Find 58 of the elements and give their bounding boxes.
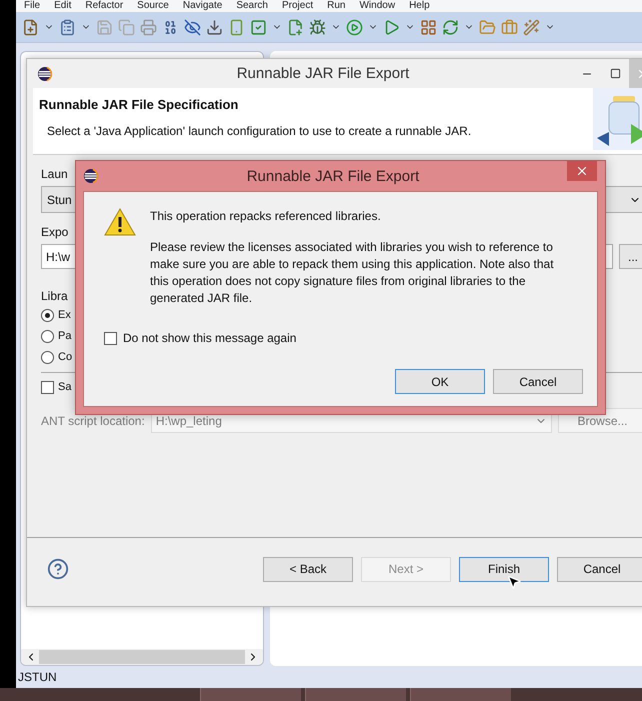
menu-item[interactable]: Run [327, 0, 346, 12]
refresh-icon[interactable] [442, 18, 459, 36]
menu-item[interactable]: File [24, 0, 40, 12]
dialog-button[interactable]: Cancel [493, 369, 583, 394]
run-icon[interactable] [346, 18, 363, 36]
checkbox[interactable] [41, 381, 54, 394]
library-label: Libra [41, 289, 68, 303]
header-description: Select a 'Java Application' launch configuration to use to create a runnable JAR. [46, 124, 472, 138]
status-text: JSTUN [18, 670, 57, 684]
menu-item[interactable]: Search [236, 0, 268, 12]
download-icon[interactable] [206, 18, 223, 36]
wand-icon[interactable] [523, 18, 540, 36]
ant-location-label: ANT script location: [41, 414, 145, 428]
bug-icon[interactable] [309, 18, 326, 36]
wizard-button[interactable]: < Back [263, 556, 353, 582]
browse-button[interactable]: ... [619, 244, 642, 269]
close-button[interactable] [567, 161, 597, 181]
dialog-title: Runnable JAR File Export [246, 168, 420, 184]
clipboard-icon[interactable] [59, 18, 76, 36]
radio-label: Pa [58, 330, 72, 342]
menu-item[interactable]: Window [359, 0, 396, 12]
menu-item[interactable]: Edit [54, 0, 72, 12]
new-class-icon[interactable] [287, 18, 304, 36]
export-label: Expo [41, 225, 68, 239]
checkbox[interactable] [104, 332, 117, 344]
checkbox-icon[interactable] [250, 18, 267, 36]
eye-off-icon[interactable] [184, 18, 201, 36]
message-text: This operation repacks referenced libraries. [150, 208, 382, 225]
radio-label: Ex [58, 309, 71, 321]
help-icon[interactable] [47, 558, 69, 580]
wizard-button[interactable]: Cancel [557, 556, 642, 582]
window-title: Runnable JAR File Export [236, 65, 410, 82]
menu-item[interactable]: Project [282, 0, 314, 12]
eclipse-logo-icon [83, 168, 99, 184]
maximize-icon[interactable] [610, 68, 620, 79]
mouse-cursor-icon [506, 574, 522, 590]
new-file-icon[interactable] [22, 18, 39, 36]
menu-item[interactable]: Source [137, 0, 169, 12]
radio-button[interactable] [41, 330, 54, 343]
wizard-button[interactable]: Finish [459, 556, 549, 582]
warning-icon [104, 208, 136, 236]
message-detail: Please review the licenses associated with libraries you wish to reference to make sure you are able to repack them using this application. Note also that this operation does not copy signature files from original libraries to the generated JAR file. [150, 239, 555, 307]
radio-button[interactable] [41, 351, 54, 364]
menu-item[interactable]: Help [409, 0, 430, 12]
eclipse-logo-icon [37, 66, 53, 82]
run-config-icon[interactable] [383, 18, 400, 36]
checkbox-label: Sa [58, 381, 72, 393]
launch-label: Laun [41, 167, 68, 181]
horizontal-scrollbar[interactable] [21, 649, 263, 665]
radio-button[interactable] [41, 309, 54, 322]
menu-item[interactable]: Navigate [182, 0, 222, 12]
close-icon[interactable] [575, 164, 589, 178]
grid-icon[interactable] [420, 18, 437, 36]
dialog-button[interactable]: OK [395, 369, 485, 394]
radio-label: Co [58, 351, 72, 363]
checkbox-label: Do not show this message again [123, 331, 296, 345]
menu-item[interactable]: Refactor [85, 0, 124, 12]
header-title: Runnable JAR File Specification [39, 97, 240, 112]
